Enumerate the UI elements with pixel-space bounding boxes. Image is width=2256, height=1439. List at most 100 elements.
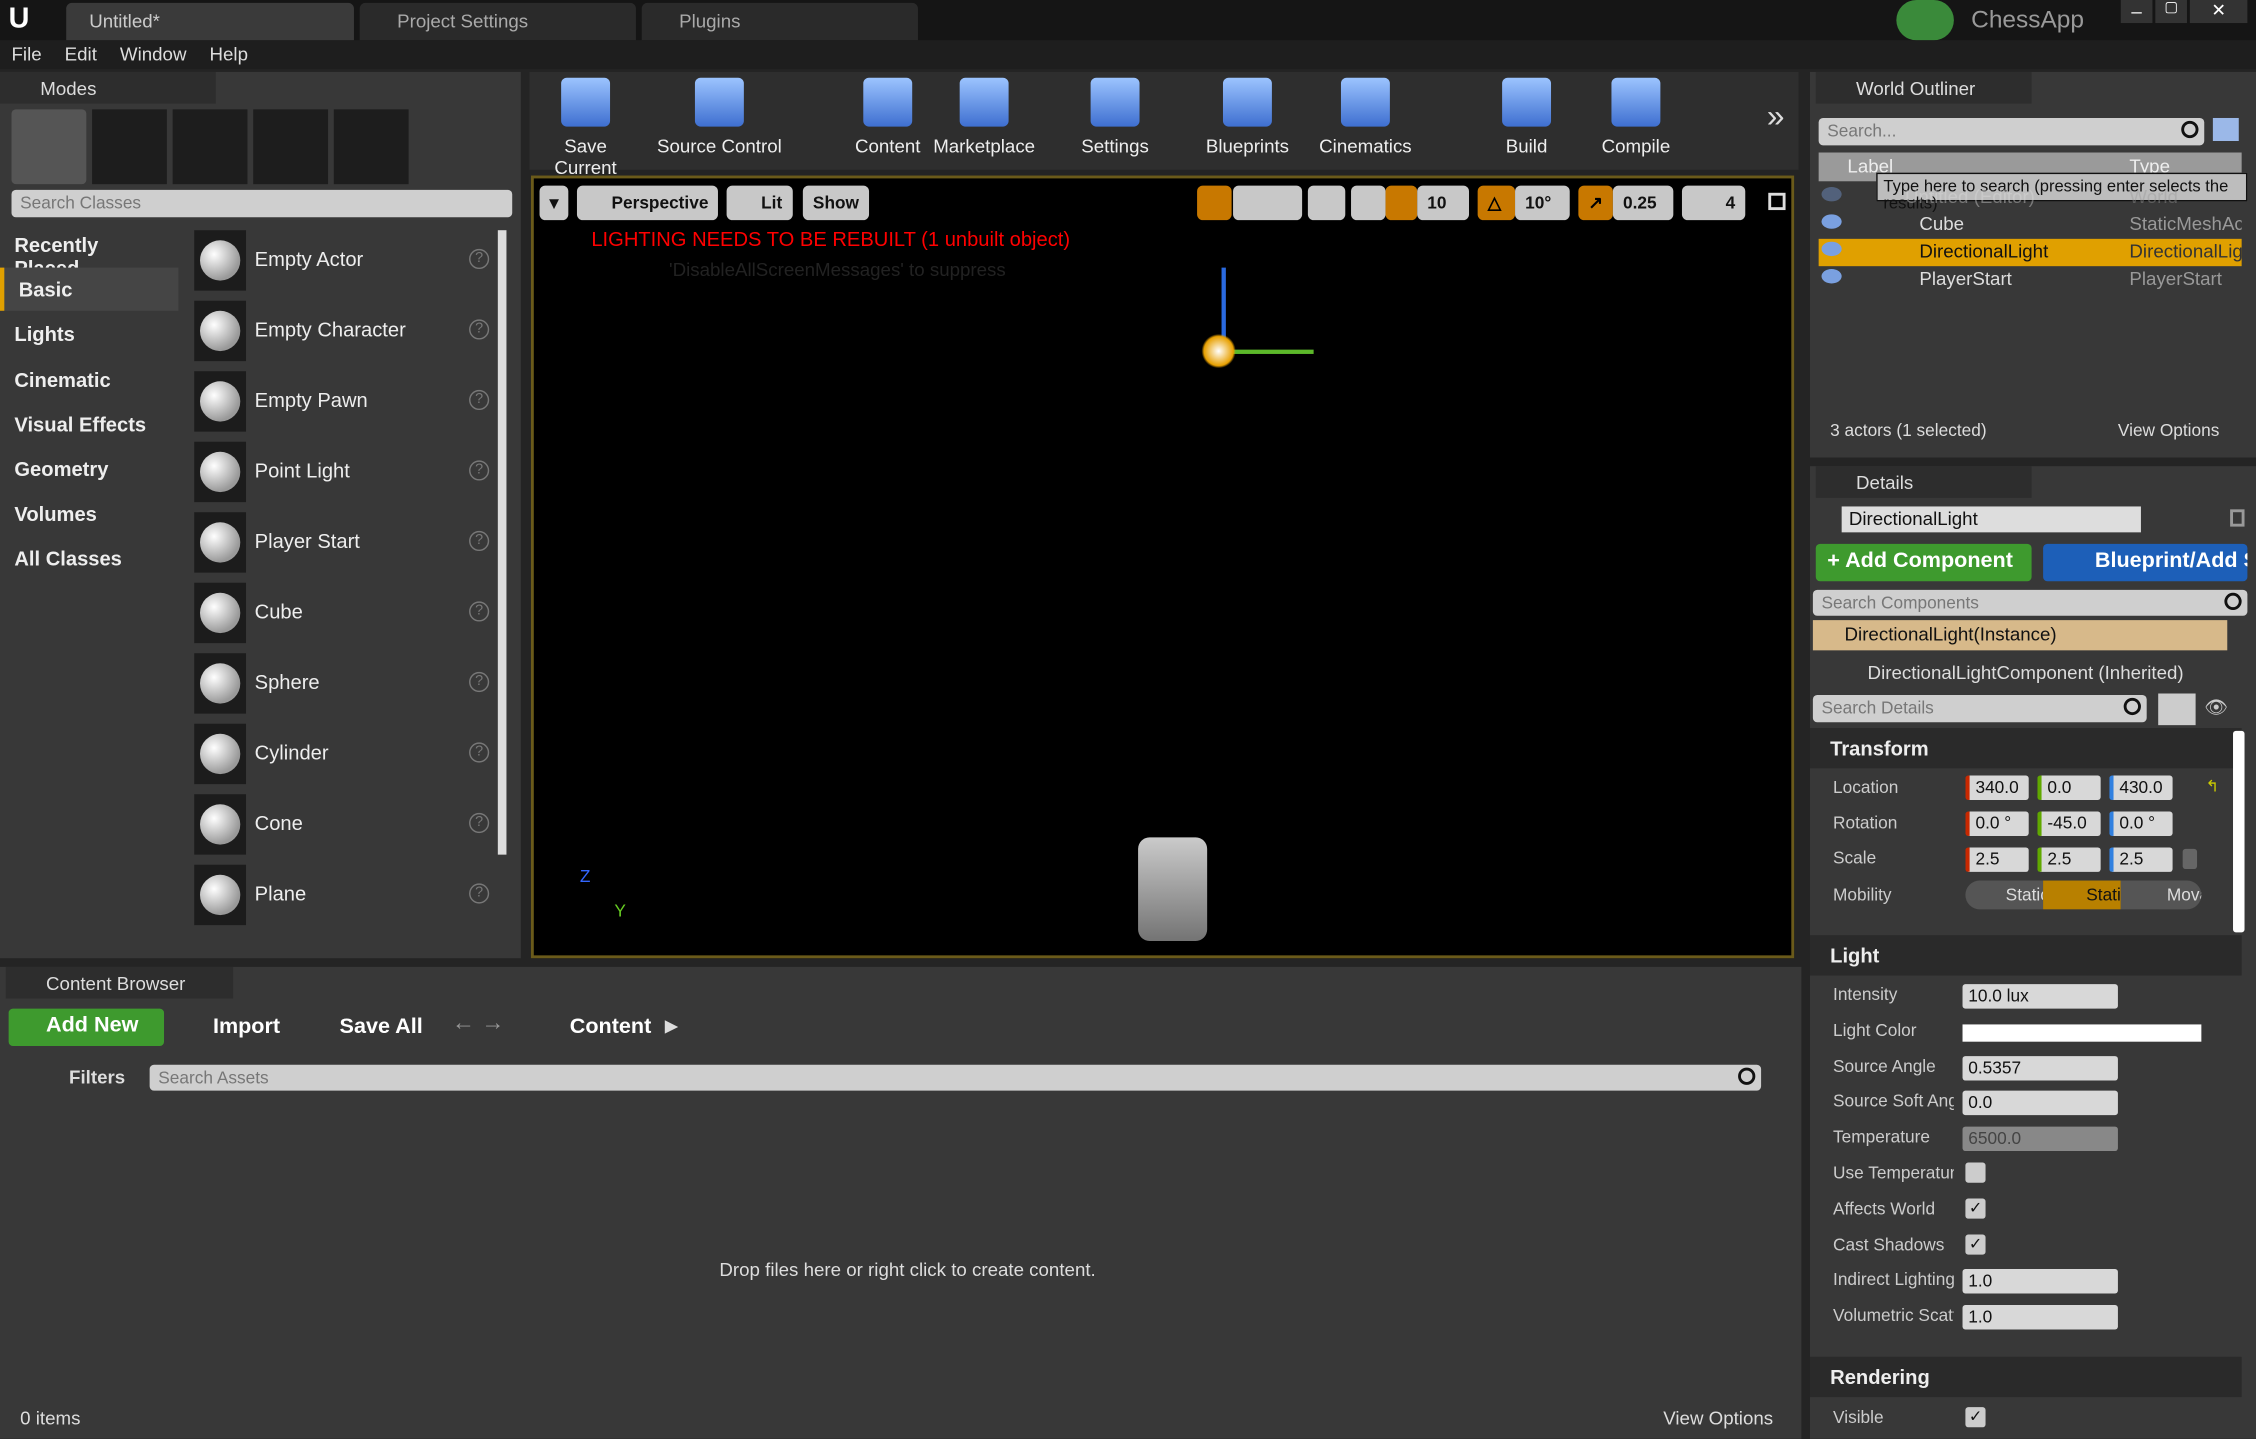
outliner-tab[interactable]: World Outliner [1815, 71, 2032, 104]
temperature-field[interactable]: 6500.0 [1962, 1126, 2118, 1152]
rotation-snap-icon[interactable]: △ [1477, 185, 1516, 221]
scale-label[interactable]: Scale [1833, 847, 1876, 867]
visibility-eye-icon[interactable] [1821, 269, 1842, 284]
save-all-button[interactable]: Save All [328, 1010, 434, 1043]
toolbar-settings-button[interactable]: Settings [1062, 75, 1168, 164]
category-cinematic[interactable]: Cinematic [0, 358, 178, 401]
volumetric-scattering-intensity-field[interactable]: 1.0 [1962, 1305, 2118, 1330]
help-icon[interactable]: ? [469, 319, 490, 340]
player-start-icon[interactable] [1138, 837, 1208, 941]
maximize-button[interactable]: ▢ [2155, 0, 2187, 24]
help-icon[interactable]: ? [469, 460, 490, 481]
scale-z-field[interactable]: 2.5 [2109, 847, 2173, 872]
help-icon[interactable]: ? [469, 742, 490, 763]
content-browser-tab[interactable]: Content Browser [5, 966, 234, 999]
rotate-scale-tools[interactable] [1233, 185, 1303, 221]
scale-lock-icon[interactable] [2182, 848, 2198, 870]
modes-tab[interactable]: Modes [0, 71, 216, 104]
help-icon[interactable]: ? [469, 601, 490, 622]
category-volumes[interactable]: Volumes [0, 492, 178, 535]
help-icon[interactable]: ? [469, 671, 490, 693]
grid-snap-value[interactable]: 10 [1417, 185, 1470, 221]
landscape-mode-icon[interactable] [172, 109, 248, 185]
category-all-classes[interactable]: All Classes [0, 537, 178, 580]
modes-scrollbar[interactable] [497, 230, 507, 855]
category-basic[interactable]: Basic [0, 267, 179, 312]
maximize-viewport-icon[interactable] [1768, 192, 1786, 211]
visibility-eye-icon[interactable] [1821, 241, 1842, 257]
foliage-mode-icon[interactable] [253, 109, 329, 185]
mobility-stationary[interactable]: Stationary [2043, 880, 2121, 910]
rotation-label[interactable]: Rotation [1833, 813, 1897, 833]
world-local-icon[interactable] [1307, 185, 1346, 221]
visible-checkbox[interactable]: ✓ [1965, 1407, 1986, 1428]
category-geometry[interactable]: Geometry [0, 447, 178, 490]
details-tab[interactable]: Details [1815, 466, 2032, 498]
help-icon[interactable]: ? [469, 248, 490, 270]
show-button[interactable]: Show [802, 185, 870, 221]
lit-button[interactable]: Lit [726, 185, 793, 221]
rotation-y-field[interactable]: -45.0 [2037, 811, 2101, 836]
camera-speed-button[interactable]: 4 [1681, 185, 1746, 221]
place-item-player-start[interactable]: Player Start? [190, 509, 495, 575]
help-icon[interactable]: ? [469, 883, 490, 904]
search-assets-input[interactable]: Search Assets [149, 1064, 1762, 1091]
toolbar-save-current-button[interactable]: Save Current [532, 75, 638, 178]
add-component-button[interactable]: + Add Component [1815, 543, 2032, 582]
grid-snap-icon[interactable] [1385, 185, 1418, 221]
scale-snap-icon[interactable]: ↗ [1578, 185, 1613, 221]
viewport[interactable]: ▾ Perspective Lit Show 10 △ 10° ↗ 0.25 4… [530, 175, 1795, 959]
location-label[interactable]: Location [1833, 777, 1898, 797]
visibility-eye-icon[interactable] [1821, 187, 1842, 202]
category-lights[interactable]: Lights [0, 313, 178, 356]
rotation-snap-value[interactable]: 10° [1515, 185, 1570, 221]
scale-snap-value[interactable]: 0.25 [1612, 185, 1674, 221]
place-item-empty-character[interactable]: Empty Character? [190, 298, 495, 364]
place-item-cylinder[interactable]: Cylinder? [190, 721, 495, 787]
search-components-input[interactable]: Search Components [1812, 589, 2248, 616]
help-icon[interactable]: ? [469, 530, 490, 552]
help-icon[interactable]: ? [469, 812, 490, 834]
minimize-button[interactable]: – [2120, 0, 2153, 24]
translate-tool-icon[interactable] [1197, 185, 1232, 221]
details-visibility-icon[interactable]: 👁 [2204, 696, 2228, 719]
intensity-field[interactable]: 10.0 lux [1962, 984, 2118, 1009]
component-instance[interactable]: DirectionalLight(Instance) [1812, 620, 2228, 651]
location-y-field[interactable]: 0.0 [2037, 775, 2101, 800]
menu-window[interactable]: Window [120, 43, 187, 65]
filters-button[interactable]: Filters [69, 1066, 125, 1088]
menu-edit[interactable]: Edit [65, 43, 97, 65]
outliner-row[interactable]: DirectionalLight DirectionalLight [1818, 238, 2242, 267]
toolbar-blueprints-button[interactable]: Blueprints [1194, 75, 1300, 164]
light-section[interactable]: Light [1810, 935, 2242, 976]
toolbar-build-button[interactable]: Build [1473, 75, 1579, 164]
place-item-point-light[interactable]: Point Light? [190, 439, 495, 505]
scale-x-field[interactable]: 2.5 [1965, 847, 2029, 872]
place-item-plane[interactable]: Plane? [190, 862, 495, 928]
toolbar-compile-button[interactable]: Compile [1583, 75, 1689, 164]
outliner-row[interactable]: Untitled (Editor) World [1819, 184, 2242, 211]
outliner-view-options[interactable]: View Options [2118, 420, 2219, 440]
scale-y-field[interactable]: 2.5 [2037, 847, 2101, 872]
details-scrollbar[interactable] [2233, 730, 2245, 933]
cb-view-options[interactable]: View Options [1663, 1407, 1773, 1429]
place-item-cube[interactable]: Cube? [190, 580, 495, 646]
rotation-x-field[interactable]: 0.0 ° [1965, 811, 2029, 836]
rotation-z-field[interactable]: 0.0 ° [2109, 811, 2173, 836]
geometry-mode-icon[interactable] [333, 109, 409, 185]
property-matrix-icon[interactable] [2158, 693, 2196, 726]
outliner-search-input[interactable]: Search... [1818, 117, 2205, 146]
transform-section[interactable]: Transform [1810, 728, 2242, 769]
tab-plugins[interactable]: Plugins [641, 2, 918, 41]
search-details-input[interactable]: Search Details [1812, 694, 2147, 723]
add-new-button[interactable]: Add New [8, 1008, 165, 1047]
visibility-eye-icon[interactable] [1821, 214, 1842, 229]
place-item-empty-pawn[interactable]: Empty Pawn? [190, 368, 495, 434]
place-item-sphere[interactable]: Sphere? [190, 650, 495, 716]
directional-light-icon[interactable] [1201, 333, 1236, 369]
paint-mode-icon[interactable] [92, 109, 167, 185]
cast-shadows-checkbox[interactable]: ✓ [1965, 1233, 1986, 1255]
close-button[interactable]: ✕ [2189, 0, 2248, 24]
category-visual-effects[interactable]: Visual Effects [0, 403, 178, 446]
reset-to-default-icon[interactable]: ↰ [2206, 777, 2219, 795]
